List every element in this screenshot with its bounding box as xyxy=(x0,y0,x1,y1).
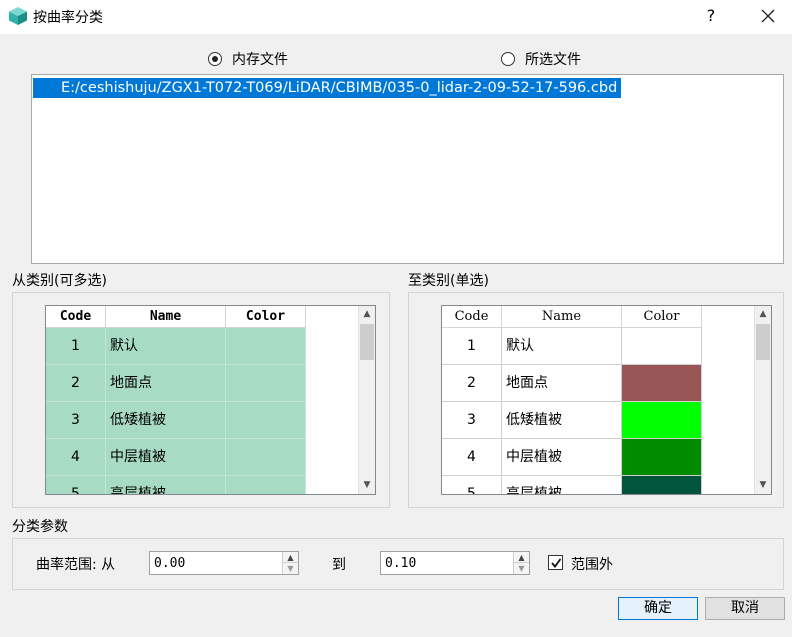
table-row[interactable]: 5 高层植被 xyxy=(442,476,702,494)
spin-down-icon[interactable]: ▼ xyxy=(283,563,298,574)
window-title: 按曲率分类 xyxy=(33,10,103,26)
row-color xyxy=(226,476,306,494)
scroll-down-arrow-icon[interactable]: ▼ xyxy=(359,477,375,494)
checkmark-icon xyxy=(551,558,562,568)
row-name: 低矮植被 xyxy=(106,402,226,439)
row-color xyxy=(226,328,306,365)
from-class-label: 从类别(可多选) xyxy=(12,273,107,289)
range-from-label: 曲率范围: 从 xyxy=(36,557,116,573)
row-code: 3 xyxy=(46,402,106,439)
row-name: 地面点 xyxy=(502,365,622,402)
to-class-scrollbar[interactable]: ▲ ▼ xyxy=(754,306,771,494)
radio-selected-file-label: 所选文件 xyxy=(525,52,581,68)
radio-unchecked-icon xyxy=(501,52,515,66)
radio-memory-file-label: 内存文件 xyxy=(232,52,288,68)
table-row[interactable]: 2 地面点 xyxy=(442,365,702,402)
scroll-up-arrow-icon[interactable]: ▲ xyxy=(755,306,771,323)
table-row[interactable]: 4 中层植被 xyxy=(46,439,306,476)
color-swatch xyxy=(622,365,702,402)
row-color xyxy=(226,365,306,402)
spin-down-icon[interactable]: ▼ xyxy=(514,563,529,574)
range-to-label: 到 xyxy=(332,557,346,573)
table-row[interactable]: 3 低矮植被 xyxy=(46,402,306,439)
scroll-thumb[interactable] xyxy=(756,324,770,360)
close-button[interactable] xyxy=(752,2,784,30)
from-class-scrollbar[interactable]: ▲ ▼ xyxy=(358,306,375,494)
row-name: 高层植被 xyxy=(106,476,226,494)
scroll-thumb[interactable] xyxy=(360,324,374,360)
curvature-to-input[interactable] xyxy=(385,554,505,572)
from-class-table-header: Code Name Color xyxy=(46,306,306,328)
cancel-button[interactable]: 取消 xyxy=(705,597,785,620)
radio-selected-file[interactable]: 所选文件 xyxy=(501,49,581,69)
file-list-item[interactable]: E:/ceshishuju/ZGX1-T072-T069/LiDAR/CBIMB… xyxy=(33,78,622,98)
title-bar: 按曲率分类 ? xyxy=(0,0,792,34)
help-button[interactable]: ? xyxy=(700,4,722,28)
row-name: 默认 xyxy=(106,328,226,365)
row-code: 2 xyxy=(442,365,502,402)
row-name: 中层植被 xyxy=(502,439,622,476)
column-header-code[interactable]: Code xyxy=(442,306,502,328)
params-label: 分类参数 xyxy=(12,519,68,535)
column-header-color[interactable]: Color xyxy=(226,306,306,328)
to-class-table[interactable]: Code Name Color 1 默认 2 地面点 3 低矮植被 4 中层植被… xyxy=(441,305,772,495)
row-code: 3 xyxy=(442,402,502,439)
curvature-from-input[interactable] xyxy=(154,554,274,572)
curvature-from-spinbox[interactable]: ▲ ▼ xyxy=(149,551,299,575)
curvature-to-spinbox[interactable]: ▲ ▼ xyxy=(380,551,530,575)
close-icon xyxy=(761,9,775,23)
color-swatch xyxy=(622,402,702,439)
outside-range-label: 范围外 xyxy=(571,557,613,573)
ok-button[interactable]: 确定 xyxy=(618,597,698,620)
table-row[interactable]: 1 默认 xyxy=(442,328,702,365)
row-code: 2 xyxy=(46,365,106,402)
to-class-table-header: Code Name Color xyxy=(442,306,702,328)
scroll-down-arrow-icon[interactable]: ▼ xyxy=(755,477,771,494)
row-name: 高层植被 xyxy=(502,476,622,494)
row-code: 5 xyxy=(46,476,106,494)
table-row[interactable]: 5 高层植被 xyxy=(46,476,306,494)
row-code: 1 xyxy=(442,328,502,365)
color-swatch xyxy=(622,328,702,365)
row-name: 地面点 xyxy=(106,365,226,402)
from-class-table[interactable]: Code Name Color 1 默认 2 地面点 3 低矮植被 4 中层植被… xyxy=(45,305,376,495)
row-code: 4 xyxy=(442,439,502,476)
row-name: 低矮植被 xyxy=(502,402,622,439)
spin-buttons: ▲ ▼ xyxy=(282,552,298,574)
color-swatch xyxy=(622,476,702,494)
table-row[interactable]: 3 低矮植被 xyxy=(442,402,702,439)
row-code: 4 xyxy=(46,439,106,476)
column-header-name[interactable]: Name xyxy=(106,306,226,328)
app-cube-icon xyxy=(9,7,27,25)
table-row[interactable]: 4 中层植被 xyxy=(442,439,702,476)
radio-checked-icon xyxy=(208,52,222,66)
column-header-name[interactable]: Name xyxy=(502,306,622,328)
spin-up-icon[interactable]: ▲ xyxy=(283,552,298,563)
row-name: 默认 xyxy=(502,328,622,365)
column-header-color[interactable]: Color xyxy=(622,306,702,328)
to-class-label: 至类别(单选) xyxy=(408,273,489,289)
color-swatch xyxy=(622,439,702,476)
row-code: 1 xyxy=(46,328,106,365)
column-header-code[interactable]: Code xyxy=(46,306,106,328)
radio-memory-file[interactable]: 内存文件 xyxy=(208,49,288,69)
spin-buttons: ▲ ▼ xyxy=(513,552,529,574)
spin-up-icon[interactable]: ▲ xyxy=(514,552,529,563)
row-color xyxy=(226,402,306,439)
row-color xyxy=(226,439,306,476)
table-row[interactable]: 2 地面点 xyxy=(46,365,306,402)
table-row[interactable]: 1 默认 xyxy=(46,328,306,365)
outside-range-checkbox[interactable] xyxy=(548,555,563,570)
scroll-up-arrow-icon[interactable]: ▲ xyxy=(359,306,375,323)
row-name: 中层植被 xyxy=(106,439,226,476)
file-list[interactable]: E:/ceshishuju/ZGX1-T072-T069/LiDAR/CBIMB… xyxy=(31,74,784,264)
row-code: 5 xyxy=(442,476,502,494)
